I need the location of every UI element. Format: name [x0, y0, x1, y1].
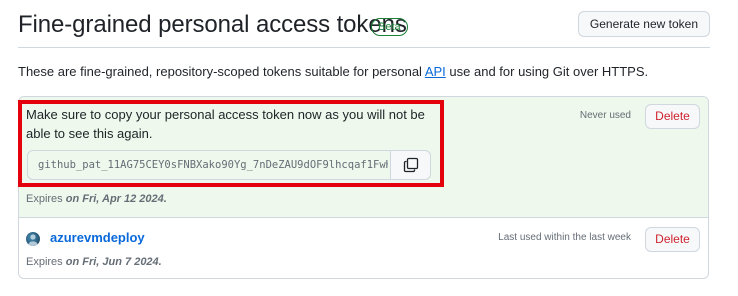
beta-badge: Beta [371, 18, 408, 36]
token-usage-status: Last used within the last week [498, 232, 631, 243]
page-title: Fine-grained personal access tokens [18, 11, 407, 38]
copy-token-button[interactable] [390, 151, 430, 179]
token-expiration: Expires on Fri, Jun 7 2024. [26, 256, 162, 268]
expires-date: on Fri, Jun 7 2024. [65, 256, 162, 268]
avatar-icon [28, 234, 38, 246]
expires-date: on Fri, Apr 12 2024. [65, 193, 167, 205]
token-name-link[interactable]: azurevmdeploy [50, 230, 145, 245]
token-value-field [27, 150, 431, 180]
copy-icon [403, 157, 418, 173]
description-text-after: use and for using Git over HTTPS. [445, 64, 649, 79]
api-link[interactable]: API [425, 64, 446, 79]
avatar [26, 232, 40, 246]
token-value-input[interactable] [28, 151, 388, 179]
token-usage-status: Never used [579, 110, 631, 121]
copy-token-warning: Make sure to copy your personal access t… [26, 107, 425, 141]
page-header: Fine-grained personal access tokens Beta… [18, 0, 710, 48]
delete-token-button[interactable]: Delete [645, 104, 700, 129]
delete-token-button[interactable]: Delete [645, 227, 700, 252]
token-row [19, 218, 708, 278]
description-text-before: These are fine-grained, repository-scope… [18, 64, 425, 79]
page-description: These are fine-grained, repository-scope… [18, 64, 648, 79]
generate-new-token-button[interactable]: Generate new token [577, 11, 710, 37]
expires-prefix: Expires [26, 256, 66, 268]
token-expiration: Expires on Fri, Apr 12 2024. [26, 193, 167, 205]
expires-prefix: Expires [26, 193, 66, 205]
